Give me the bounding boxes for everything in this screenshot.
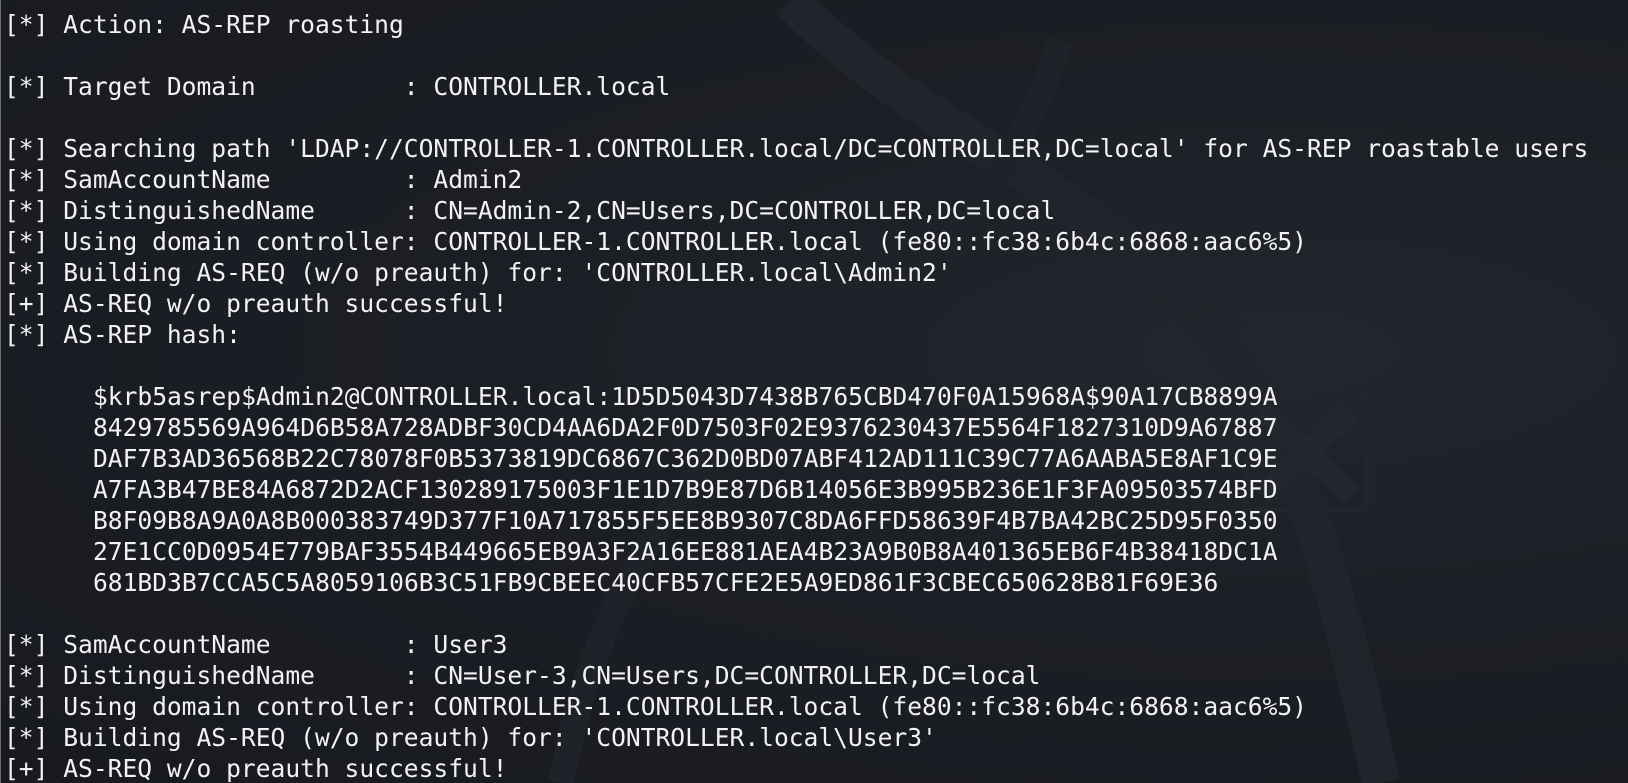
output-line: [*] Building AS-REQ (w/o preauth) for: '… (4, 258, 952, 287)
hash-line: 681BD3B7CCA5C5A8059106B3C51FB9CBEEC40CFB… (93, 568, 1219, 597)
hash-line: 8429785569A964D6B58A728ADBF30CD4AA6DA2F0… (93, 413, 1278, 442)
hash-line: B8F09B8A9A0A8B000383749D377F10A717855F5E… (93, 506, 1278, 535)
hash-line: A7FA3B47BE84A6872D2ACF130289175003F1E1D7… (93, 475, 1278, 504)
output-line: [*] Target Domain : CONTROLLER.local (4, 72, 671, 101)
terminal-window[interactable]: [*] Action: AS-REP roasting [*] Target Do… (0, 0, 1628, 783)
hash-line: 27E1CC0D0954E779BAF3554B449665EB9A3F2A16… (93, 537, 1278, 566)
output-line: [*] Using domain controller: CONTROLLER-… (4, 227, 1307, 256)
terminal-output: [*] Action: AS-REP roasting [*] Target Do… (4, 9, 1588, 783)
output-line: [*] Using domain controller: CONTROLLER-… (4, 692, 1307, 721)
output-line: [*] AS-REP hash: (4, 320, 241, 349)
output-line: [+] AS-REQ w/o preauth successful! (4, 754, 508, 783)
output-line: [*] SamAccountName : Admin2 (4, 165, 523, 194)
output-line: [*] DistinguishedName : CN=Admin-2,CN=Us… (4, 196, 1056, 225)
output-line: [+] AS-REQ w/o preauth successful! (4, 289, 508, 318)
output-line: [*] SamAccountName : User3 (4, 630, 508, 659)
output-line: [*] DistinguishedName : CN=User-3,CN=Use… (4, 661, 1041, 690)
hash-line: DAF7B3AD36568B22C78078F0B5373819DC6867C3… (93, 444, 1278, 473)
output-line: [*] Action: AS-REP roasting (4, 10, 404, 39)
hash-line: $krb5asrep$Admin2@CONTROLLER.local:1D5D5… (93, 382, 1278, 411)
output-line: [*] Searching path 'LDAP://CONTROLLER-1.… (4, 134, 1589, 163)
output-line: [*] Building AS-REQ (w/o preauth) for: '… (4, 723, 937, 752)
